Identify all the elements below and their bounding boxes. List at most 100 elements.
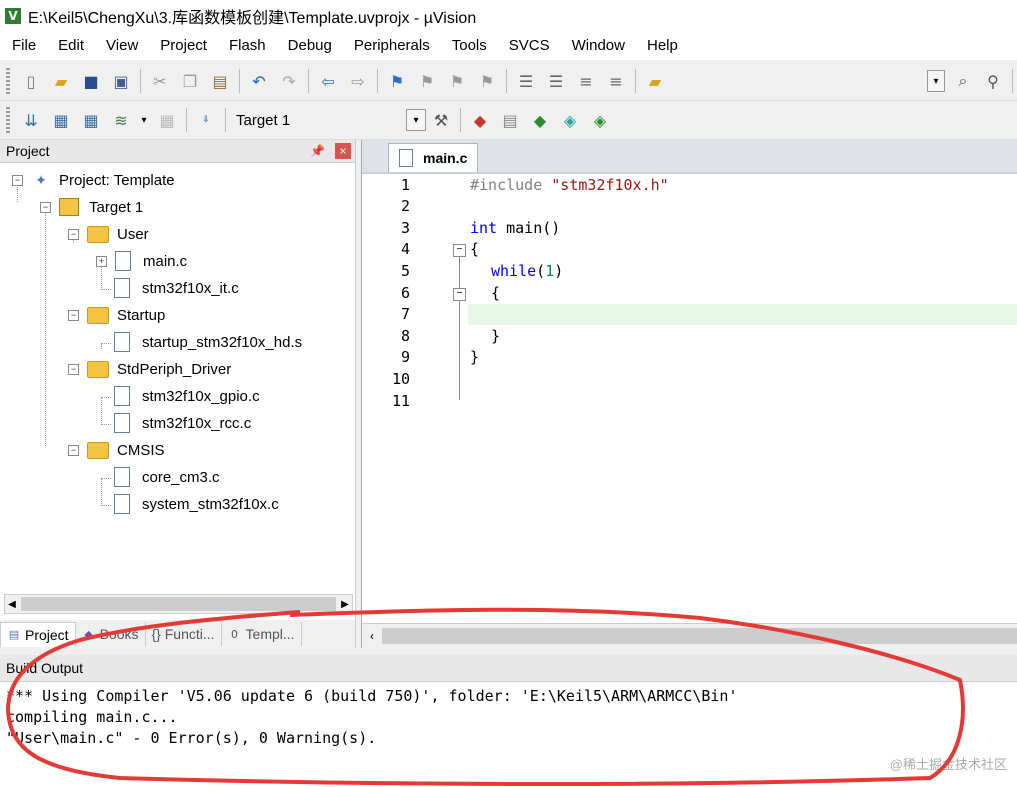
undo-icon[interactable]: ↶ (247, 69, 271, 93)
options-for-target-icon[interactable]: ⚒ (429, 108, 453, 132)
tree-folder-stdperiph[interactable]: − StdPeriph_Driver (68, 357, 231, 381)
find-icon[interactable]: ⌕ (951, 69, 975, 93)
scroll-right-icon[interactable]: ▶ (338, 599, 352, 610)
target-select[interactable]: Target 1 ▾ (236, 108, 426, 132)
tree-folder-user[interactable]: − User (68, 222, 149, 246)
scroll-left-icon[interactable]: ◀ (5, 599, 19, 610)
tree-file-rcc[interactable]: stm32f10x_rcc.c (114, 411, 251, 435)
tree-file-core-cm3[interactable]: core_cm3.c (114, 465, 220, 489)
folder-icon (87, 360, 109, 378)
tab-label: {} Functi... (151, 626, 215, 642)
collapse-icon[interactable]: − (68, 363, 79, 375)
tree-label: Target 1 (89, 198, 144, 216)
tree-file-gpio[interactable]: stm32f10x_gpio.c (114, 384, 260, 408)
pin-icon[interactable]: 📌 (310, 144, 325, 158)
collapse-icon[interactable]: − (40, 201, 51, 213)
download-load-icon[interactable]: ⇩ (194, 108, 218, 132)
fold-collapse-icon[interactable]: − (453, 288, 466, 301)
line-number: 5 (400, 262, 410, 280)
menu-debug[interactable]: Debug (276, 32, 342, 60)
tree-file-main-c[interactable]: + main.c (96, 249, 187, 273)
menu-svcs[interactable]: SVCS (497, 32, 560, 60)
menu-view[interactable]: View (94, 32, 148, 60)
expand-icon[interactable]: + (96, 255, 107, 267)
comment-icon[interactable]: ≡ (574, 69, 598, 93)
copy-icon[interactable]: ❐ (178, 69, 202, 93)
tree-file-system[interactable]: system_stm32f10x.c (114, 492, 279, 516)
collapse-icon[interactable]: − (68, 228, 79, 240)
close-icon[interactable]: × (335, 143, 351, 159)
tab-main-c[interactable]: main.c (388, 143, 479, 172)
build-icon[interactable]: ▦ (49, 108, 73, 132)
collapse-icon[interactable]: − (12, 174, 23, 186)
tree-file-startup[interactable]: startup_stm32f10x_hd.s (114, 330, 302, 354)
pack-installer-icon[interactable]: ◈ (558, 108, 582, 132)
build-output-log[interactable]: *** Using Compiler 'V5.06 update 6 (buil… (0, 682, 1017, 749)
menu-peripherals[interactable]: Peripherals (342, 32, 440, 60)
tab-functions[interactable]: {} Functi... (146, 622, 222, 646)
new-file-icon[interactable]: ▯ (19, 69, 43, 93)
nav-forward-icon[interactable]: ⇨ (346, 69, 370, 93)
menu-project[interactable]: Project (148, 32, 217, 60)
menu-window[interactable]: Window (560, 32, 635, 60)
menu-edit[interactable]: Edit (46, 32, 94, 60)
rebuild-icon[interactable]: ▦ (79, 108, 103, 132)
code-line-8: } (491, 327, 501, 345)
batch-dropdown-icon[interactable]: ▾ (139, 108, 149, 132)
collapse-icon[interactable]: − (68, 444, 79, 456)
tree-file-stm32f10x-it[interactable]: stm32f10x_it.c (114, 276, 239, 300)
run-time-environment-icon[interactable]: ◈ (588, 108, 612, 132)
dropdown-arrow-icon[interactable]: ▾ (927, 70, 945, 92)
paste-icon[interactable]: ▤ (208, 69, 232, 93)
redo-icon[interactable]: ↷ (277, 69, 301, 93)
menu-tools[interactable]: Tools (440, 32, 497, 60)
clear-bookmarks-icon[interactable]: ⚑ (475, 69, 499, 93)
scroll-left-icon[interactable]: ‹ (362, 629, 382, 643)
open-folder-icon[interactable]: ▰ (49, 69, 73, 93)
nav-back-icon[interactable]: ⇦ (316, 69, 340, 93)
menu-file[interactable]: File (0, 32, 46, 60)
incremental-find-icon[interactable]: ⚲ (981, 69, 1005, 93)
manage-components-icon[interactable]: ◆ (468, 108, 492, 132)
project-horizontal-scrollbar[interactable]: ◀ ▶ (4, 594, 353, 614)
next-bookmark-icon[interactable]: ⚑ (445, 69, 469, 93)
uncomment-icon[interactable]: ≡ (604, 69, 628, 93)
file-extensions-icon[interactable]: ▤ (498, 108, 522, 132)
editor-horizontal-scrollbar[interactable]: ‹ (362, 623, 1017, 648)
collapse-icon[interactable]: − (68, 309, 79, 321)
translate-icon[interactable]: ⇊ (19, 108, 43, 132)
tree-project-node[interactable]: − ✦ Project: Template (12, 168, 175, 192)
tree-target-node[interactable]: − Target 1 (40, 195, 143, 219)
stop-build-icon[interactable]: ▦ (155, 108, 179, 132)
unindent-icon[interactable]: ☰ (544, 69, 568, 93)
prev-bookmark-icon[interactable]: ⚑ (415, 69, 439, 93)
save-icon[interactable]: ■ (79, 69, 103, 93)
cut-icon[interactable]: ✂ (148, 69, 172, 93)
tab-project[interactable]: ▤ Project (0, 621, 76, 647)
tree-folder-cmsis[interactable]: − CMSIS (68, 438, 165, 462)
build-log-line: "User\main.c" - 0 Error(s), 0 Warning(s)… (6, 729, 377, 747)
tab-books[interactable]: ◆ Books (76, 622, 146, 646)
code-area[interactable]: 1 2 3 4 5 6 7 8 9 10 11 − − #include "st… (362, 174, 1017, 614)
select-software-packs-icon[interactable]: ◆ (528, 108, 552, 132)
tab-templates[interactable]: 0 Templ... (222, 622, 302, 646)
batch-build-icon[interactable]: ≋ (109, 108, 133, 132)
chevron-down-icon[interactable]: ▾ (406, 109, 426, 131)
scrollbar-thumb[interactable] (21, 597, 336, 611)
indent-icon[interactable]: ☰ (514, 69, 538, 93)
tree-folder-startup[interactable]: − Startup (68, 303, 165, 327)
save-all-icon[interactable]: ▣ (109, 69, 133, 93)
scrollbar-thumb[interactable] (382, 628, 1017, 644)
menu-help[interactable]: Help (635, 32, 688, 60)
find-in-files-icon[interactable]: ▰ (643, 69, 667, 93)
bookmark-icon[interactable]: ⚑ (385, 69, 409, 93)
editor-tab-label: main.c (423, 150, 468, 166)
project-panel-title: Project (6, 143, 50, 159)
file-icon (114, 494, 130, 514)
toolbar-grip[interactable] (6, 68, 10, 94)
project-icon: ✦ (35, 171, 47, 188)
toolbar-grip[interactable] (6, 107, 10, 133)
fold-collapse-icon[interactable]: − (453, 244, 466, 257)
tree-label: StdPeriph_Driver (117, 360, 232, 378)
menu-flash[interactable]: Flash (217, 32, 276, 60)
